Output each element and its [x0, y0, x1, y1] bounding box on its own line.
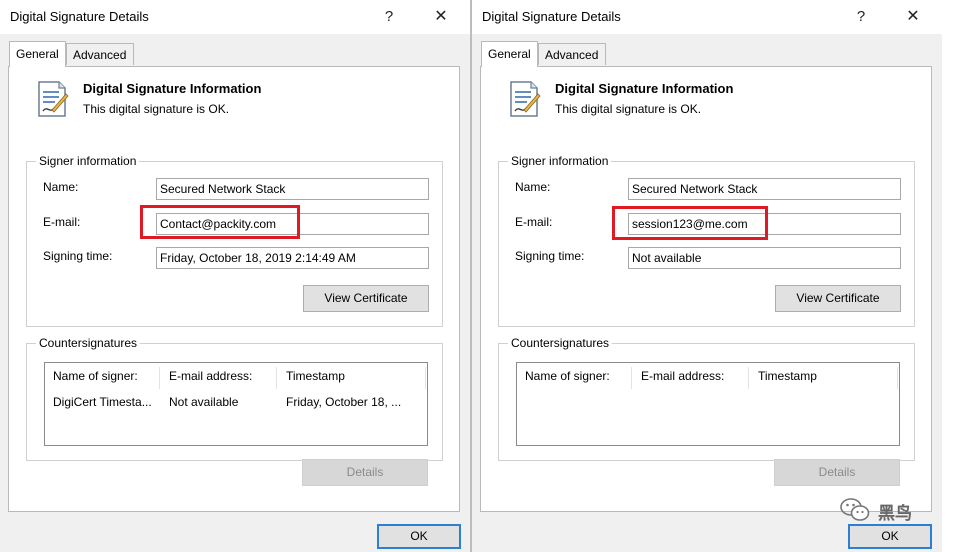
- close-button[interactable]: ✕: [898, 5, 928, 29]
- watermark-text: 黑鸟: [878, 504, 912, 523]
- ok-button[interactable]: OK: [377, 524, 461, 549]
- email-highlight-box: [140, 205, 300, 239]
- signing-time-label: Signing time:: [515, 249, 585, 263]
- countersignatures-list[interactable]: Name of signer: E-mail address: Timestam…: [44, 362, 428, 446]
- column-header-timestamp[interactable]: Timestamp: [758, 369, 817, 383]
- signature-document-icon: [510, 81, 541, 117]
- view-certificate-button[interactable]: View Certificate: [775, 285, 901, 312]
- column-header-email[interactable]: E-mail address:: [641, 369, 724, 383]
- email-label: E-mail:: [515, 215, 553, 229]
- column-separator[interactable]: [748, 367, 749, 389]
- name-label: Name:: [43, 180, 79, 194]
- countersignatures-list[interactable]: Name of signer: E-mail address: Timestam…: [516, 362, 900, 446]
- column-header-timestamp[interactable]: Timestamp: [286, 369, 345, 383]
- group-label: Signer information: [36, 154, 140, 168]
- column-separator[interactable]: [897, 367, 898, 389]
- tab-general[interactable]: General: [481, 41, 538, 67]
- name-field[interactable]: Secured Network Stack: [156, 178, 429, 200]
- wechat-icon: [840, 498, 870, 521]
- details-button[interactable]: Details: [774, 459, 900, 486]
- email-highlight-box: [612, 206, 768, 240]
- details-button[interactable]: Details: [302, 459, 428, 486]
- column-header-name[interactable]: Name of signer:: [525, 369, 610, 383]
- ok-button[interactable]: OK: [848, 524, 932, 549]
- help-button[interactable]: ?: [846, 5, 876, 29]
- dialog-title: Digital Signature Details: [482, 9, 621, 24]
- signature-status: This digital signature is OK.: [555, 102, 702, 116]
- name-label: Name:: [515, 180, 551, 194]
- signer-information-group: Signer information Name: Secured Network…: [26, 154, 443, 327]
- watermark: 黑鸟: [840, 495, 940, 525]
- email-label: E-mail:: [43, 215, 81, 229]
- row-signer-name[interactable]: DigiCert Timesta...: [53, 395, 152, 409]
- countersignatures-group: Countersignatures Name of signer: E-mail…: [26, 336, 443, 461]
- signature-dialog-left: Digital Signature Details ? ✕ General Ad…: [0, 0, 470, 552]
- signing-time-field[interactable]: Friday, October 18, 2019 2:14:49 AM: [156, 247, 429, 269]
- column-separator[interactable]: [425, 367, 426, 389]
- signing-time-label: Signing time:: [43, 249, 113, 263]
- tab-general[interactable]: General: [9, 41, 66, 67]
- dialog-title: Digital Signature Details: [10, 9, 149, 24]
- group-label: Countersignatures: [36, 336, 141, 350]
- tab-advanced[interactable]: Advanced: [538, 43, 606, 65]
- title-bar: Digital Signature Details ? ✕: [472, 0, 942, 34]
- group-label: Countersignatures: [508, 336, 613, 350]
- general-panel: Digital Signature Information This digit…: [480, 66, 932, 512]
- signature-document-icon: [38, 81, 69, 117]
- title-bar: Digital Signature Details ? ✕: [0, 0, 470, 34]
- group-label: Signer information: [508, 154, 612, 168]
- signature-heading: Digital Signature Information: [555, 81, 734, 96]
- help-button[interactable]: ?: [374, 5, 404, 29]
- countersignatures-group: Countersignatures Name of signer: E-mail…: [498, 336, 915, 461]
- signature-status: This digital signature is OK.: [83, 102, 230, 116]
- view-certificate-button[interactable]: View Certificate: [303, 285, 429, 312]
- column-separator[interactable]: [276, 367, 277, 389]
- signing-time-field[interactable]: Not available: [628, 247, 901, 269]
- name-field[interactable]: Secured Network Stack: [628, 178, 901, 200]
- general-panel: Digital Signature Information This digit…: [8, 66, 460, 512]
- signer-information-group: Signer information Name: Secured Network…: [498, 154, 915, 327]
- signature-heading: Digital Signature Information: [83, 81, 262, 96]
- column-separator[interactable]: [631, 367, 632, 389]
- tab-advanced[interactable]: Advanced: [66, 43, 134, 65]
- column-separator[interactable]: [159, 367, 160, 389]
- row-timestamp[interactable]: Friday, October 18, ...: [286, 395, 401, 409]
- column-header-email[interactable]: E-mail address:: [169, 369, 252, 383]
- signature-dialog-right: Digital Signature Details ? ✕ General Ad…: [472, 0, 942, 552]
- column-header-name[interactable]: Name of signer:: [53, 369, 138, 383]
- row-email[interactable]: Not available: [169, 395, 238, 409]
- close-button[interactable]: ✕: [426, 5, 456, 29]
